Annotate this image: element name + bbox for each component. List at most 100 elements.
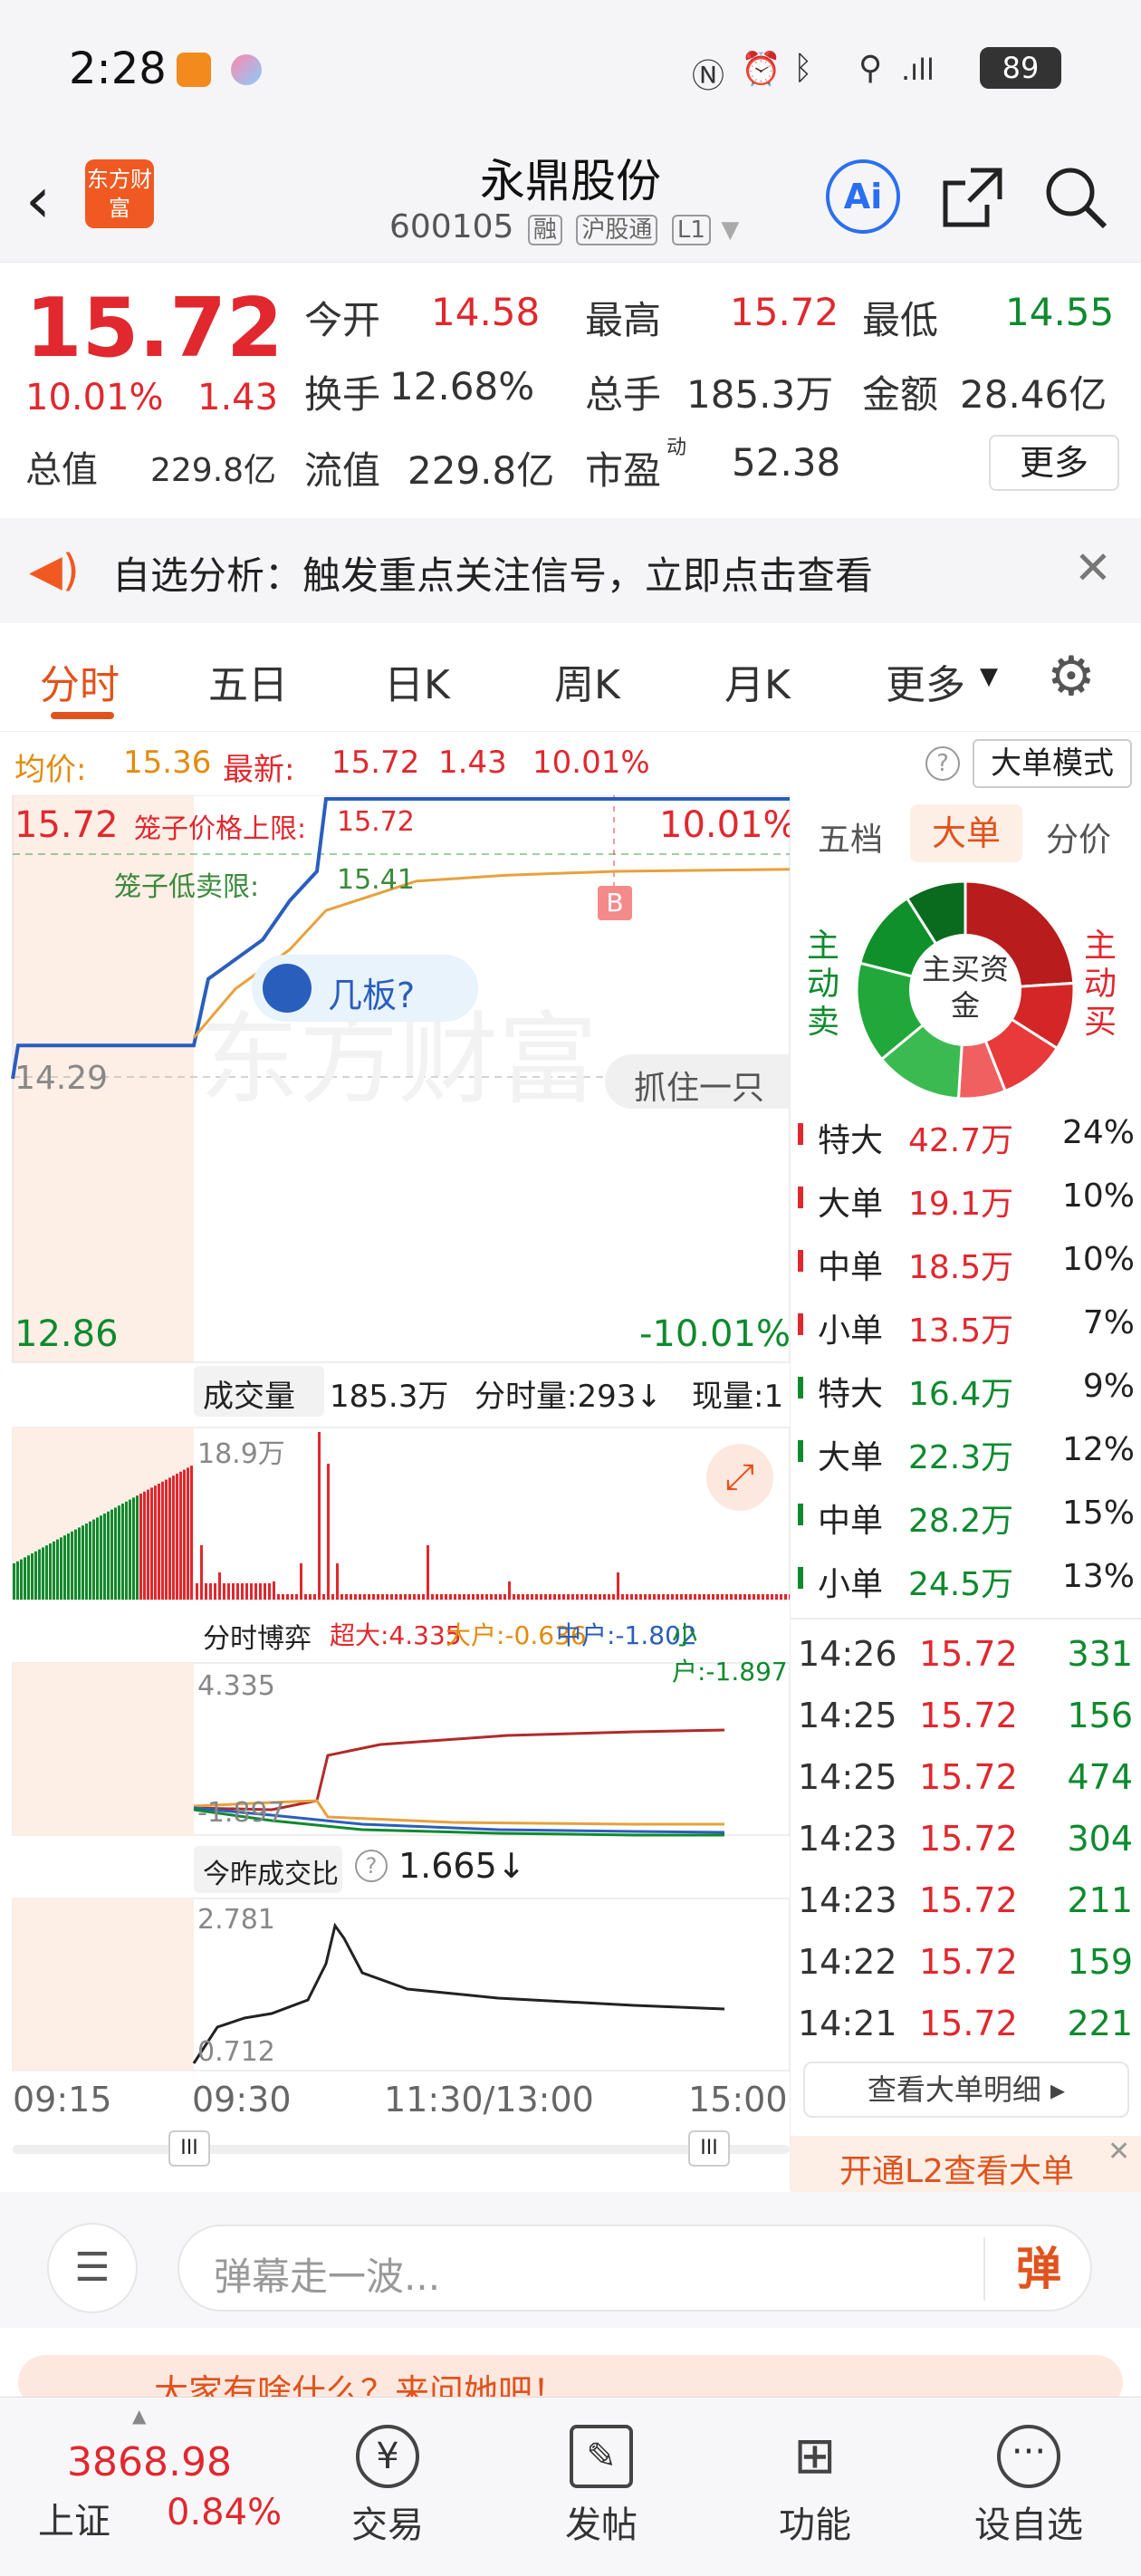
tab-five-level[interactable]: 五档 (818, 813, 883, 860)
page-title: 永鼎股份 (480, 155, 661, 207)
nav-watchlist[interactable]: ··· 设自选 (956, 2425, 1101, 2548)
volume-bar (218, 1572, 221, 1600)
assistant-icon (231, 54, 262, 85)
stock-code-line: 600105 融 沪股通 L1 ▼ (389, 208, 752, 245)
tab-week-k[interactable]: 周K (554, 652, 620, 710)
volume-bar (214, 1583, 216, 1600)
game-indicator-select[interactable]: 分时博弈 (194, 1610, 322, 1658)
volume-indicator-select[interactable]: 成交量 (194, 1366, 324, 1417)
grab-stock-tip[interactable]: 抓住一只 (605, 1054, 790, 1109)
expand-icon[interactable]: ⤢ (706, 1444, 773, 1511)
volume-bar (399, 1594, 402, 1600)
tab-five-day[interactable]: 五日 (208, 652, 288, 710)
index-value[interactable]: 3868.98 (67, 2439, 232, 2485)
volume-bar (154, 1485, 157, 1600)
volume-bar (176, 1474, 178, 1600)
nav-trade[interactable]: ¥ 交易 (315, 2425, 460, 2548)
flow-pct: 10% (1061, 1241, 1135, 1278)
scroll-handle-right[interactable]: III (688, 2130, 730, 2167)
tab-big-order[interactable]: 大单 (910, 804, 1022, 862)
tag-margin: 融 (527, 215, 562, 245)
index-name[interactable]: 上证 (38, 2492, 110, 2544)
trade-list: 14:26 15.72 331 14:25 15.72 156 14:25 15.7… (791, 1625, 1141, 2060)
help-icon[interactable]: ? (925, 746, 960, 781)
search-icon[interactable] (1041, 163, 1110, 232)
share-icon[interactable] (938, 163, 1007, 232)
volume-bar (540, 1594, 542, 1600)
b-marker[interactable]: B (598, 886, 632, 920)
volume-bar (395, 1594, 398, 1600)
status-bar: 2:28 Ⓝ ⏰ ᛒ ⚲ .ıll 89 (0, 0, 1141, 136)
trade-volume: 331 (1067, 1634, 1133, 1674)
flow-pct: 7% (1082, 1304, 1135, 1341)
big-order-mode-button[interactable]: 大单模式 (973, 739, 1132, 788)
change-amount: 1.43 (197, 377, 279, 418)
volume-bar (354, 1594, 357, 1600)
trade-time: 14:25 (798, 1696, 897, 1735)
volume-bar (121, 1504, 124, 1600)
notice-bar[interactable]: ◀) 自选分析：触发重点关注信号，立即点击查看 ✕ (0, 518, 1141, 623)
help-icon[interactable]: ? (355, 1850, 388, 1882)
volume-bar (608, 1594, 610, 1600)
active-buy-label: 主动买 (1084, 928, 1117, 1041)
tab-day-k[interactable]: 日K (384, 652, 450, 710)
volume-bar (522, 1594, 524, 1600)
l2-banner[interactable]: 开通L2查看大单 ✕ (791, 2136, 1141, 2192)
close-icon[interactable]: ✕ (1107, 2136, 1130, 2167)
tab-more[interactable]: 更多 (886, 652, 965, 710)
danmaku-send-button[interactable]: 弹 (983, 2237, 1092, 2301)
volume-now: 现量:1 (692, 1379, 784, 1415)
ai-button[interactable]: Ai (826, 159, 900, 234)
board-bubble[interactable]: 几板? (252, 955, 478, 1022)
scroll-handle-left[interactable]: III (168, 2130, 210, 2167)
close-icon[interactable]: ✕ (1074, 542, 1112, 594)
big-order-detail-button[interactable]: 查看大单明细 ▸ (803, 2062, 1129, 2118)
trade-price: 15.72 (919, 1757, 1018, 1797)
flow-amount: 18.5万 (908, 1249, 1014, 1286)
volume-bar (558, 1594, 561, 1600)
flow-amount: 16.4万 (908, 1376, 1014, 1413)
volume-bar (304, 1594, 307, 1600)
volume-bar (639, 1594, 642, 1600)
flow-pct: 24% (1061, 1114, 1135, 1151)
field-value: 229.8亿 (408, 448, 555, 493)
flow-amount: 24.5万 (908, 1566, 1014, 1603)
nav-functions[interactable]: ⊞ 功能 (743, 2425, 887, 2548)
game-top: 4.335 (197, 1670, 275, 1702)
back-icon[interactable]: ‹ (25, 163, 51, 237)
volume-bar (78, 1527, 81, 1600)
field-label: 总手 (585, 372, 662, 417)
tab-month-k[interactable]: 月K (724, 652, 791, 710)
volume-bar (150, 1487, 153, 1600)
volume-bar (621, 1594, 624, 1600)
latest-pct: 10.01% (532, 745, 650, 781)
field-label: 换手 (304, 372, 381, 417)
nav-post[interactable]: ✎ 发帖 (529, 2425, 674, 2548)
danmaku-settings-icon[interactable]: ☰ (47, 2223, 138, 2313)
volume-bar (331, 1594, 334, 1600)
volume-bar (531, 1594, 533, 1600)
volume-bar (103, 1514, 106, 1600)
volume-bar (580, 1594, 583, 1600)
volume-bar (85, 1523, 88, 1600)
volume-bar (190, 1466, 193, 1600)
tab-price-split[interactable]: 分价 (1046, 813, 1111, 860)
ratio-indicator-select[interactable]: 今昨成交比 (194, 1846, 342, 1893)
flow-label: 大单 (818, 1186, 884, 1223)
index-pct[interactable]: 0.84% (167, 2492, 282, 2533)
volume-bar (241, 1583, 244, 1600)
game-bottom: -1.897 (197, 1797, 285, 1829)
volume-bar (227, 1583, 230, 1600)
volume-bar (739, 1594, 742, 1600)
volume-bar (476, 1594, 479, 1600)
period-tabs: 分时 五日 日K 周K 月K 更多 ▼ ⚙ (0, 625, 1141, 732)
volume-bar (716, 1594, 719, 1600)
tab-intraday[interactable]: 分时 (40, 652, 120, 710)
volume-bar (236, 1583, 239, 1600)
more-button[interactable]: 更多 (989, 435, 1119, 491)
grid-icon: ⊞ (793, 2427, 837, 2485)
gear-icon[interactable]: ⚙ (1047, 645, 1096, 708)
intraday-chart-area[interactable]: 东方财富 15.72 笼子价格上限: 15.72 10.01% 笼子低卖限: 1… (0, 795, 798, 2172)
volume-bar (386, 1594, 388, 1600)
trade-row: 14:22 15.72 159 (791, 1933, 1141, 1994)
